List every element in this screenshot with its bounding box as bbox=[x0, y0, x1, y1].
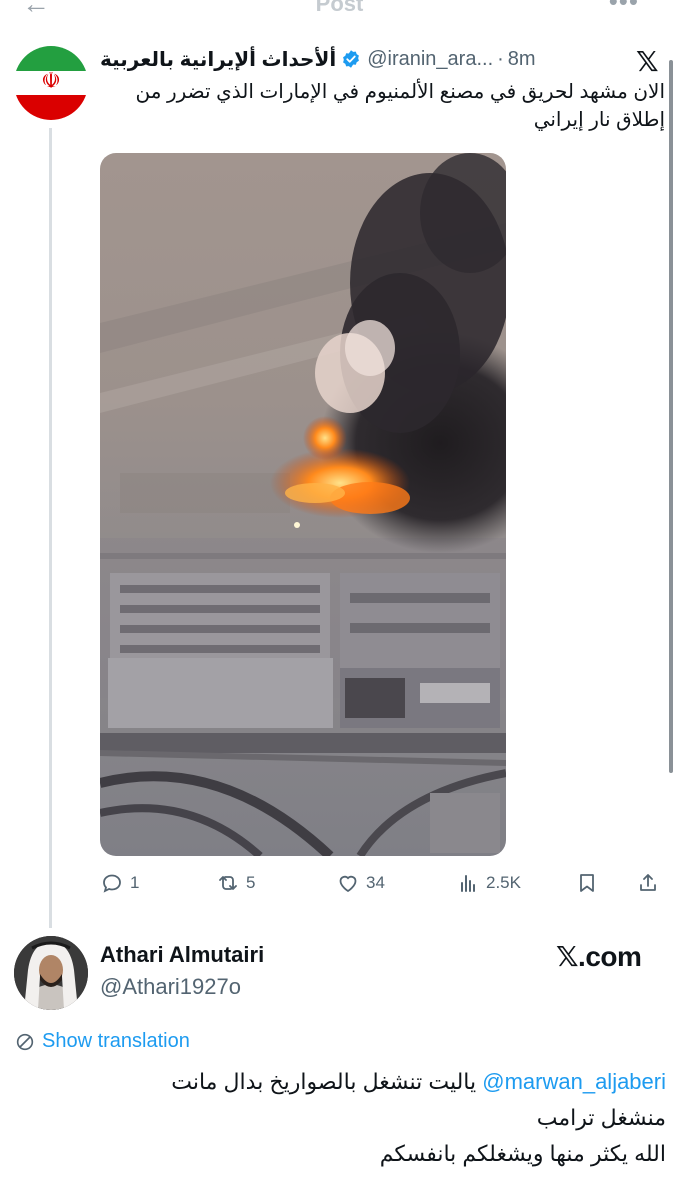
views-icon bbox=[461, 875, 475, 892]
reply-icon bbox=[103, 874, 121, 893]
iran-flag-avatar[interactable]: ☫ bbox=[14, 46, 88, 120]
repost-icon bbox=[219, 876, 237, 890]
reply-line-1-text: ياليت تنشغل بالصواريخ بدال مانت bbox=[171, 1069, 477, 1094]
reply-text: @marwan_aljaberi ياليت تنشغل بالصواريخ ب… bbox=[20, 1064, 666, 1172]
reply-button[interactable]: 1 bbox=[100, 868, 139, 898]
thread-line bbox=[49, 128, 52, 928]
views-count: 2.5K bbox=[486, 873, 521, 892]
reply-line-1: @marwan_aljaberi ياليت تنشغل بالصواريخ ب… bbox=[20, 1064, 666, 1100]
repost-button[interactable]: 5 bbox=[216, 868, 255, 898]
scrollbar[interactable] bbox=[669, 60, 673, 773]
heart-icon bbox=[339, 875, 357, 893]
author-name[interactable]: ألأحداث ألإيرانية بالعربية bbox=[100, 47, 336, 72]
reply-line-2: منشغل ترامب bbox=[536, 1105, 666, 1130]
bookmark-button[interactable] bbox=[575, 868, 605, 898]
page-title: Post bbox=[315, 0, 364, 16]
show-translation-label: Show translation bbox=[42, 1030, 190, 1052]
reply-count: 1 bbox=[130, 873, 140, 892]
x-com-brand: 𝕏.com bbox=[556, 941, 642, 972]
reply-author-name[interactable]: Athari Almutairi bbox=[100, 942, 264, 968]
share-button[interactable] bbox=[636, 868, 666, 898]
x-logo-icon: 𝕏 bbox=[636, 46, 659, 77]
author-handle[interactable]: @iranin_ara... bbox=[367, 48, 493, 71]
more-icon[interactable]: ••• bbox=[609, 0, 639, 17]
mention-link[interactable]: @marwan_aljaberi bbox=[482, 1069, 666, 1094]
like-count: 34 bbox=[366, 873, 385, 892]
views-button[interactable]: 2.5K bbox=[456, 868, 521, 898]
action-bar: 1 5 34 2.5K bbox=[100, 868, 670, 898]
reply-author-handle[interactable]: @Athari1927o bbox=[100, 974, 241, 1000]
separator-dot: · bbox=[497, 47, 504, 70]
share-icon bbox=[640, 874, 656, 891]
top-bar: ← Post ••• bbox=[0, 0, 679, 22]
reply-line-3: الله يكثر منها ويشغلكم بانفسكم bbox=[379, 1141, 666, 1166]
aerial-fire-smoke-photo[interactable] bbox=[100, 153, 506, 856]
show-translation-link[interactable]: Show translation bbox=[14, 1030, 190, 1053]
like-button[interactable]: 34 bbox=[336, 868, 385, 898]
tweet-header: ألأحداث ألإيرانية بالعربية @iranin_ara..… bbox=[100, 44, 620, 74]
reply-avatar[interactable] bbox=[14, 936, 88, 1010]
bookmark-icon bbox=[580, 874, 594, 892]
timestamp[interactable]: 8m bbox=[508, 48, 536, 71]
repost-count: 5 bbox=[246, 873, 256, 892]
tweet-text: الان مشهد لحريق في مصنع الألمنيوم في الإ… bbox=[135, 81, 665, 131]
verified-badge-icon bbox=[343, 50, 360, 68]
translate-icon bbox=[16, 1033, 34, 1050]
